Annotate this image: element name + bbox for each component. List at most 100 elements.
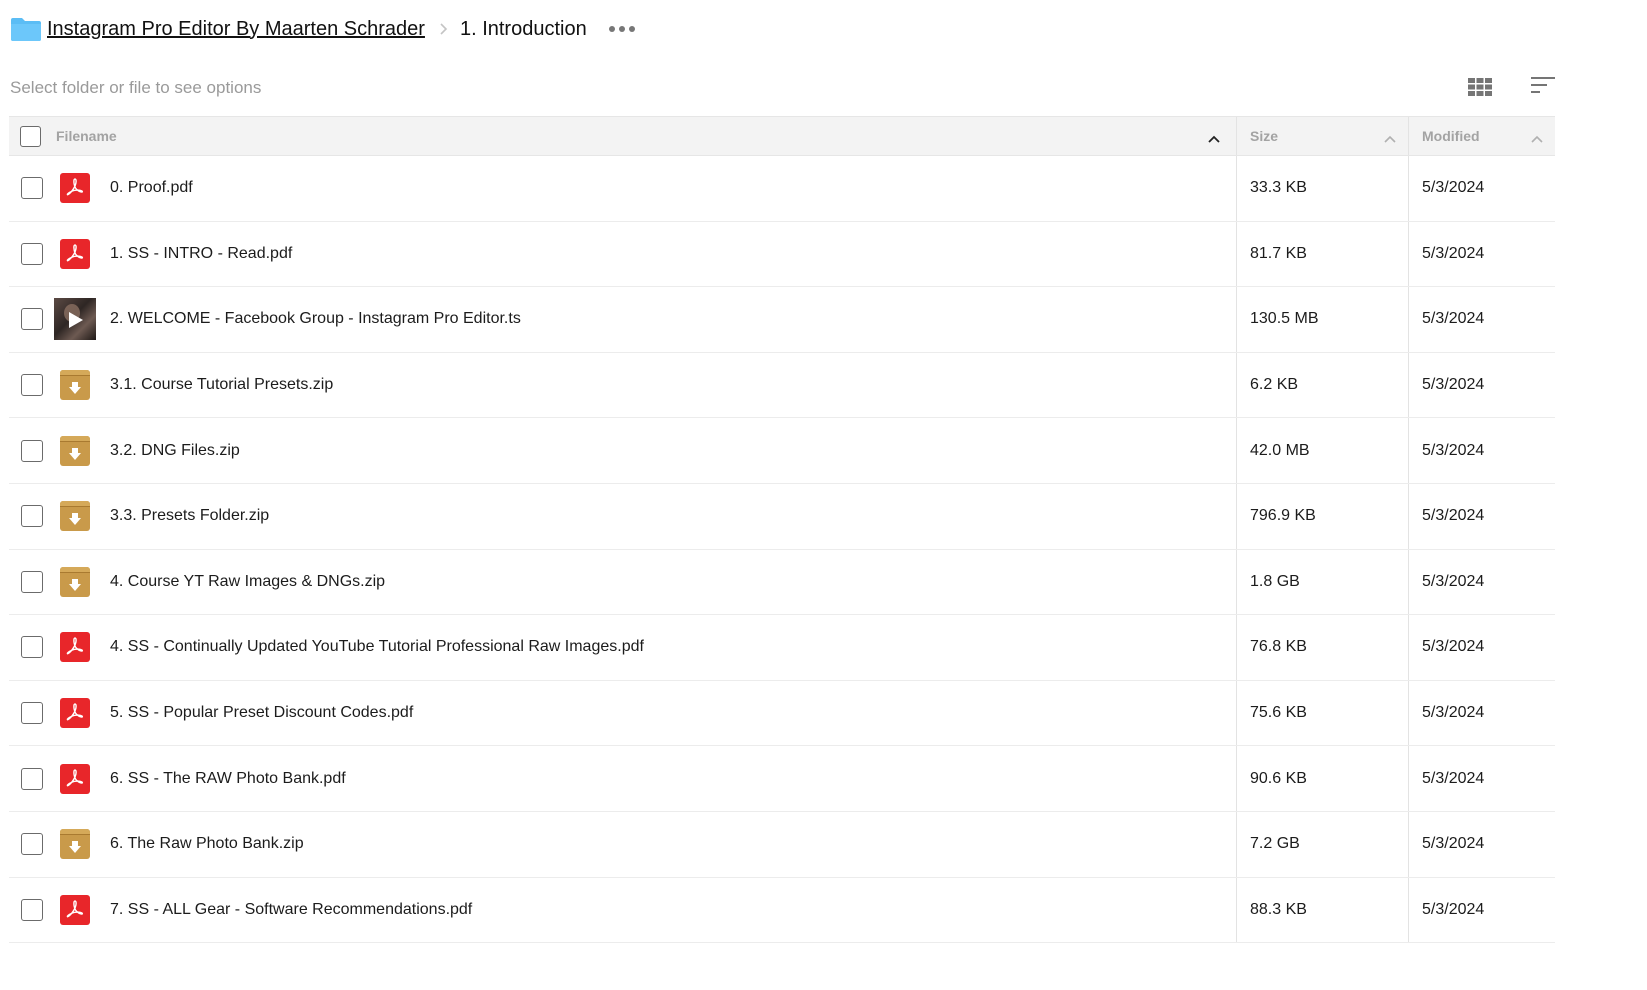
modified-date: 5/3/2024 <box>1422 638 1485 656</box>
filename[interactable]: 5. SS - Popular Preset Discount Codes.pd… <box>110 704 413 722</box>
table-row[interactable]: 7. SS - ALL Gear - Software Recommendati… <box>9 877 1555 944</box>
folder-icon <box>10 16 42 42</box>
modified-date: 5/3/2024 <box>1422 244 1485 262</box>
table-row[interactable]: 0. Proof.pdf 33.3 KB 5/3/2024 <box>9 156 1555 222</box>
filename-cell: 6. The Raw Photo Bank.zip <box>9 811 1237 877</box>
modified-date: 5/3/2024 <box>1422 704 1485 722</box>
filename[interactable]: 3.2. DNG Files.zip <box>110 442 240 460</box>
table-row[interactable]: 4. SS - Continually Updated YouTube Tuto… <box>9 615 1555 681</box>
sort-ascending-icon[interactable] <box>1530 131 1544 143</box>
modified-cell: 5/3/2024 <box>1409 681 1555 746</box>
row-checkbox[interactable] <box>21 570 43 593</box>
dot-icon <box>628 26 635 32</box>
size-cell: 81.7 KB <box>1237 221 1409 287</box>
filename-cell: 6. SS - The RAW Photo Bank.pdf <box>9 746 1237 811</box>
video-thumbnail <box>54 298 96 341</box>
filename[interactable]: 4. Course YT Raw Images & DNGs.zip <box>110 573 385 591</box>
archive-icon <box>54 430 96 472</box>
filename[interactable]: 1. SS - INTRO - Read.pdf <box>110 245 292 263</box>
filename[interactable]: 6. The Raw Photo Bank.zip <box>110 835 304 853</box>
size-cell: 7.2 GB <box>1237 811 1409 877</box>
filename[interactable]: 6. SS - The RAW Photo Bank.pdf <box>110 770 346 788</box>
size-cell: 88.3 KB <box>1237 877 1409 943</box>
filename-cell: 1. SS - INTRO - Read.pdf <box>9 221 1237 287</box>
sort-icon[interactable] <box>1530 75 1556 97</box>
filename-cell: 0. Proof.pdf <box>9 156 1237 221</box>
select-all-checkbox[interactable] <box>20 125 41 147</box>
size-cell: 6.2 KB <box>1237 352 1409 418</box>
size-cell: 1.8 GB <box>1237 549 1409 615</box>
column-size[interactable]: Size <box>1237 117 1409 155</box>
row-checkbox[interactable] <box>21 242 43 265</box>
row-checkbox[interactable] <box>21 833 43 856</box>
column-filename[interactable]: Filename <box>9 117 1237 155</box>
row-checkbox[interactable] <box>21 439 43 462</box>
row-checkbox[interactable] <box>21 505 43 528</box>
filename[interactable]: 2. WELCOME - Facebook Group - Instagram … <box>110 310 521 328</box>
row-checkbox[interactable] <box>21 767 43 790</box>
table-row[interactable]: 6. The Raw Photo Bank.zip 7.2 GB 5/3/2024 <box>9 811 1555 878</box>
file-size: 76.8 KB <box>1250 638 1307 656</box>
breadcrumb-current: 1. Introduction <box>459 17 587 40</box>
breadcrumb-root-link[interactable]: Instagram Pro Editor By Maarten Schrader <box>47 18 425 41</box>
pdf-icon <box>54 692 96 734</box>
file-size: 42.0 MB <box>1250 441 1310 459</box>
table-row[interactable]: 2. WELCOME - Facebook Group - Instagram … <box>9 287 1555 353</box>
size-cell: 796.9 KB <box>1237 483 1409 549</box>
table-row[interactable]: 6. SS - The RAW Photo Bank.pdf 90.6 KB 5/3… <box>9 746 1555 812</box>
play-icon <box>69 312 83 329</box>
size-cell: 42.0 MB <box>1237 418 1409 483</box>
modified-date: 5/3/2024 <box>1422 376 1485 394</box>
pdf-icon <box>54 167 96 209</box>
pdf-icon <box>54 626 96 668</box>
file-size: 33.3 KB <box>1250 179 1307 197</box>
filename[interactable]: 3.1. Course Tutorial Presets.zip <box>110 376 333 394</box>
filename[interactable]: 7. SS - ALL Gear - Software Recommendati… <box>110 901 472 919</box>
modified-date: 5/3/2024 <box>1422 900 1485 918</box>
table-row[interactable]: 3.3. Presets Folder.zip 796.9 KB 5/3/2024 <box>9 483 1555 550</box>
pdf-icon <box>54 233 96 275</box>
row-checkbox[interactable] <box>21 702 43 725</box>
grid-view-icon[interactable] <box>1467 77 1493 97</box>
modified-date: 5/3/2024 <box>1422 179 1485 197</box>
modified-cell: 5/3/2024 <box>1409 222 1555 287</box>
table-row[interactable]: 1. SS - INTRO - Read.pdf 81.7 KB 5/3/2024 <box>9 221 1555 288</box>
breadcrumb: Instagram Pro Editor By Maarten Schrader… <box>10 14 635 44</box>
filename-cell: 7. SS - ALL Gear - Software Recommendati… <box>9 877 1237 943</box>
size-cell: 76.8 KB <box>1237 615 1409 680</box>
filename-cell: 4. Course YT Raw Images & DNGs.zip <box>9 549 1237 615</box>
archive-icon <box>54 495 96 537</box>
modified-cell: 5/3/2024 <box>1409 812 1555 877</box>
table-row[interactable]: 5. SS - Popular Preset Discount Codes.pd… <box>9 680 1555 747</box>
selection-hint: Select folder or file to see options <box>10 78 262 97</box>
file-size: 7.2 GB <box>1250 835 1300 853</box>
filename[interactable]: 3.3. Presets Folder.zip <box>110 507 269 525</box>
modified-cell: 5/3/2024 <box>1409 484 1555 549</box>
column-modified-label: Modified <box>1422 128 1480 144</box>
row-checkbox[interactable] <box>21 636 43 659</box>
filename[interactable]: 0. Proof.pdf <box>110 179 193 197</box>
row-checkbox[interactable] <box>21 374 43 397</box>
filename-cell: 2. WELCOME - Facebook Group - Instagram … <box>9 287 1237 352</box>
modified-date: 5/3/2024 <box>1422 310 1485 328</box>
filename-cell: 5. SS - Popular Preset Discount Codes.pd… <box>9 680 1237 746</box>
sort-ascending-icon[interactable] <box>1207 131 1221 143</box>
table-row[interactable]: 3.2. DNG Files.zip 42.0 MB 5/3/2024 <box>9 418 1555 484</box>
modified-date: 5/3/2024 <box>1422 769 1485 787</box>
size-cell: 33.3 KB <box>1237 156 1409 221</box>
more-options-button[interactable] <box>608 19 635 39</box>
table-row[interactable]: 4. Course YT Raw Images & DNGs.zip 1.8 GB… <box>9 549 1555 616</box>
row-checkbox[interactable] <box>21 308 43 331</box>
modified-date: 5/3/2024 <box>1422 835 1485 853</box>
sort-ascending-icon[interactable] <box>1383 131 1397 143</box>
filename[interactable]: 4. SS - Continually Updated YouTube Tuto… <box>110 638 644 656</box>
table-body: 0. Proof.pdf 33.3 KB 5/3/2024 1. SS - INTRO… <box>9 156 1555 944</box>
file-size: 6.2 KB <box>1250 376 1299 394</box>
table-row[interactable]: 3.1. Course Tutorial Presets.zip 6.2 KB 5/… <box>9 352 1555 419</box>
modified-cell: 5/3/2024 <box>1409 353 1555 418</box>
size-cell: 90.6 KB <box>1237 746 1409 811</box>
row-checkbox[interactable] <box>21 177 43 200</box>
modified-cell: 5/3/2024 <box>1409 615 1555 680</box>
column-modified[interactable]: Modified <box>1409 117 1555 155</box>
row-checkbox[interactable] <box>21 898 43 921</box>
